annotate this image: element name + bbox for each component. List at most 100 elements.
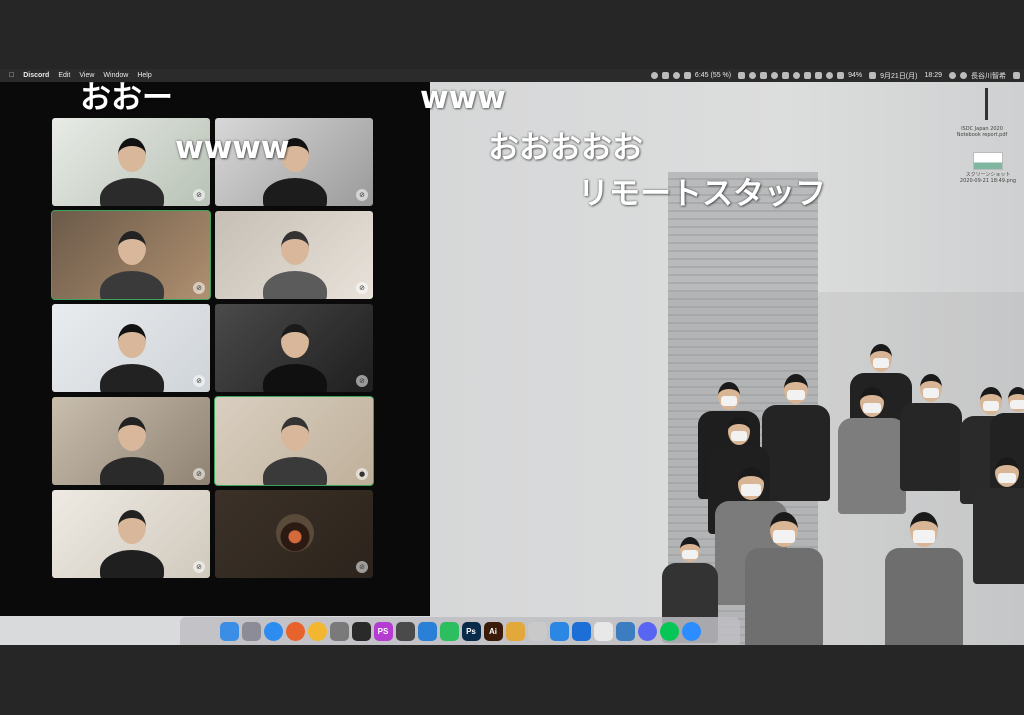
bluetooth-icon[interactable] — [815, 72, 823, 79]
face-mask — [773, 530, 795, 543]
phpstorm-icon[interactable]: PS — [373, 621, 393, 641]
photoshop-icon[interactable]: Ps — [461, 621, 481, 641]
person-shirt — [884, 548, 964, 645]
participant-face — [281, 324, 309, 358]
face-mask — [1010, 400, 1024, 409]
menu-window[interactable]: Window — [103, 72, 128, 79]
chrome-icon[interactable] — [307, 621, 327, 641]
video-tile-participant-7[interactable]: ⊘ — [52, 397, 210, 485]
letterbox-top — [0, 0, 1024, 69]
face-mask — [872, 358, 890, 369]
illustrator-icon[interactable]: Ai — [483, 621, 503, 641]
system-preferences-icon[interactable] — [329, 621, 349, 641]
launchpad-icon[interactable] — [241, 621, 261, 641]
tray-app-icon[interactable] — [738, 72, 746, 79]
participant-face — [118, 510, 146, 544]
desktop-file-screenshot[interactable]: スクリーンショット 2020-09-21 18:49.png — [958, 152, 1018, 184]
face-mask — [682, 550, 698, 559]
video-tile-participant-5[interactable]: ⊘ — [52, 304, 210, 392]
menu-view[interactable]: View — [79, 72, 94, 79]
volume-icon[interactable] — [837, 72, 845, 79]
face-mask — [922, 388, 940, 399]
participant-face — [281, 417, 309, 451]
bullet-comment: リモートスタッフ — [578, 176, 826, 212]
safari-icon[interactable] — [263, 621, 283, 641]
upload-icon[interactable] — [683, 72, 691, 79]
battery-percent[interactable]: 94% — [848, 72, 862, 79]
cloud-icon[interactable] — [661, 72, 669, 79]
sublime-icon[interactable] — [395, 621, 415, 641]
battery-time[interactable]: 6:45 (55 %) — [695, 72, 731, 79]
evernote-icon[interactable] — [439, 621, 459, 641]
video-tile-participant-3[interactable]: ⊘ — [51, 210, 211, 300]
desktop-file-label: ISDC Japan 2020 Notebook report.pdf — [956, 126, 1008, 138]
participant-face — [281, 231, 309, 265]
bullet-comment: おおおおお — [488, 130, 643, 166]
apple-menu-icon[interactable]:  — [9, 72, 14, 79]
status-tray-icon[interactable] — [650, 72, 658, 79]
discord-icon[interactable] — [637, 621, 657, 641]
desktop: ISDC Japan 2020 Notebook report.pdf スクリー… — [0, 82, 1024, 645]
video-tile-participant-10[interactable]: ⊘ — [215, 490, 373, 578]
maps-icon[interactable] — [549, 621, 569, 641]
menu-app-name[interactable]: Discord — [23, 72, 49, 79]
clock-icon[interactable] — [793, 72, 801, 79]
face-mask — [982, 401, 1000, 412]
participant-face — [118, 324, 146, 358]
dock: PS Ps Ai — [180, 617, 740, 645]
person-shirt — [838, 418, 906, 515]
participant-avatar — [276, 514, 314, 552]
tray-app-icon[interactable] — [749, 72, 757, 79]
zoom-icon[interactable] — [681, 621, 701, 641]
globe-icon[interactable] — [672, 72, 680, 79]
microphone-muted-icon: ⊘ — [356, 375, 368, 387]
face-mask — [720, 396, 738, 407]
desktop-file-pdf[interactable]: ISDC Japan 2020 Notebook report.pdf — [952, 124, 1012, 138]
participant-face — [118, 138, 146, 172]
face-mask — [997, 472, 1017, 484]
tweetbot-icon[interactable] — [615, 621, 635, 641]
menu-user-name[interactable]: 長谷川智希 — [971, 71, 1006, 81]
trello-icon[interactable] — [571, 621, 591, 641]
tray-app-icon[interactable] — [804, 72, 812, 79]
tray-app-icon[interactable] — [760, 72, 768, 79]
wifi-icon[interactable] — [826, 72, 834, 79]
video-tile-participant-9[interactable]: ⊘ — [52, 490, 210, 578]
user-avatar-icon[interactable] — [960, 72, 967, 79]
microphone-muted-icon: ⊘ — [356, 189, 368, 201]
video-tile-participant-4[interactable]: ⊘ — [215, 211, 373, 299]
tray-app-icon[interactable] — [771, 72, 779, 79]
desktop-widget-bar — [985, 88, 988, 120]
bullet-comment: おおー — [80, 80, 173, 116]
microphone-muted-icon: ⊘ — [356, 282, 368, 294]
finder-icon[interactable] — [219, 621, 239, 641]
menu-edit[interactable]: Edit — [58, 72, 70, 79]
menu-time[interactable]: 18:29 — [924, 72, 942, 79]
phpstorm-glyph: PS — [377, 626, 389, 636]
terminal-icon[interactable] — [351, 621, 371, 641]
sketch-icon[interactable] — [505, 621, 525, 641]
participant-face — [118, 231, 146, 265]
desktop-file-label: スクリーンショット 2020-09-21 18:49.png — [959, 172, 1017, 184]
video-tile-participant-6[interactable]: ⊘ — [215, 304, 373, 392]
person-shirt — [762, 405, 830, 502]
participant-face — [118, 417, 146, 451]
microphone-muted-icon: ⊘ — [193, 561, 205, 573]
preview-icon[interactable] — [527, 621, 547, 641]
notification-center-icon[interactable] — [1013, 72, 1020, 79]
vscode-icon[interactable] — [417, 621, 437, 641]
spotlight-search-icon[interactable] — [949, 72, 956, 79]
person-shirt — [900, 402, 962, 491]
slack-icon[interactable] — [593, 621, 613, 641]
line-icon[interactable] — [659, 621, 679, 641]
video-tile-participant-8[interactable]: ● — [214, 396, 374, 486]
input-method-icon[interactable] — [869, 72, 877, 79]
microphone-muted-icon: ⊘ — [356, 561, 368, 573]
firefox-icon[interactable] — [285, 621, 305, 641]
microphone-muted-icon: ⊘ — [193, 375, 205, 387]
face-mask — [741, 483, 761, 496]
menu-help[interactable]: Help — [137, 72, 151, 79]
tray-app-icon[interactable] — [782, 72, 790, 79]
face-mask — [786, 389, 806, 401]
menu-date[interactable]: 9月21日(月) — [880, 71, 917, 81]
